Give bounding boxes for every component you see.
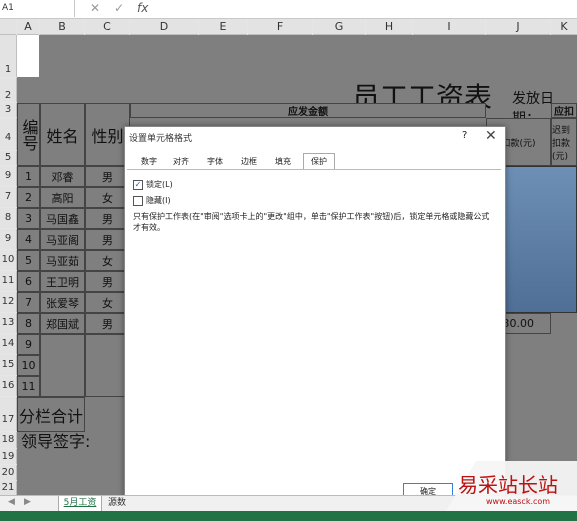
cancel-icon[interactable]: ✕ bbox=[90, 1, 100, 15]
cell-no[interactable]: 2 bbox=[17, 187, 40, 208]
hidden-checkbox[interactable]: 隐藏(I) bbox=[133, 195, 171, 206]
selected-cell-a1[interactable] bbox=[17, 35, 39, 77]
row-header-21[interactable]: 21 bbox=[0, 481, 17, 495]
row-header-15[interactable]: 15 bbox=[0, 355, 17, 375]
row-header-13[interactable]: 13 bbox=[0, 313, 17, 333]
row-header-11[interactable]: 11 bbox=[0, 271, 17, 291]
cell-name[interactable]: 高阳 bbox=[40, 187, 85, 208]
row-header-8[interactable]: 8 bbox=[0, 208, 17, 228]
formula-bar: A1 ✕ ✓ fx bbox=[0, 0, 577, 19]
select-all-corner[interactable] bbox=[0, 19, 16, 35]
col-header-j[interactable]: J bbox=[486, 19, 550, 35]
status-bar bbox=[0, 511, 577, 521]
close-icon[interactable]: ✕ bbox=[485, 128, 497, 144]
cell-no[interactable]: 8 bbox=[17, 313, 40, 334]
col-header-a[interactable]: A bbox=[17, 19, 39, 35]
name-box[interactable]: A1 bbox=[0, 0, 75, 17]
col-header-b[interactable]: B bbox=[40, 19, 84, 35]
col-header-g[interactable]: G bbox=[313, 19, 365, 35]
row-header-2[interactable]: 2 bbox=[0, 78, 17, 102]
checkmark-icon[interactable]: ✓ bbox=[133, 179, 143, 190]
row-header-19[interactable]: 19 bbox=[0, 449, 17, 464]
row-header-7[interactable]: 7 bbox=[0, 187, 17, 207]
row-header-3[interactable]: 3 bbox=[0, 103, 17, 117]
sheet-tab[interactable]: 源数 bbox=[108, 496, 132, 511]
protection-note: 只有保护工作表(在"审阅"选项卡上的"更改"组中，单击"保护工作表"按钮)后，锁… bbox=[133, 212, 490, 232]
row-header-10[interactable]: 10 bbox=[0, 250, 17, 270]
row-header-5[interactable]: 5 bbox=[0, 151, 17, 165]
dialog-title: 设置单元格格式 bbox=[129, 134, 193, 144]
cell-name[interactable]: 郑国斌 bbox=[40, 313, 85, 334]
col-header-e[interactable]: E bbox=[199, 19, 247, 35]
tab-fill[interactable]: 填充 bbox=[269, 153, 297, 170]
cell-name[interactable]: 张爱琴 bbox=[40, 292, 85, 313]
cell-name[interactable]: 马亚阁 bbox=[40, 229, 85, 250]
help-icon[interactable]: ? bbox=[462, 130, 467, 141]
row-header-1[interactable]: 1 bbox=[0, 35, 17, 77]
cell-name[interactable]: 邓睿 bbox=[40, 166, 85, 187]
cell-no[interactable]: 6 bbox=[17, 271, 40, 292]
col-header-k[interactable]: K bbox=[551, 19, 577, 35]
signature-label: 领导签字: bbox=[21, 432, 91, 451]
row-header-6[interactable]: 9 bbox=[0, 166, 17, 186]
watermark-url: www.easck.com bbox=[486, 497, 551, 506]
row-header-18[interactable]: 18 bbox=[0, 432, 17, 448]
row-header-14[interactable]: 14 bbox=[0, 334, 17, 354]
cell-name[interactable]: 马亚茹 bbox=[40, 250, 85, 271]
row-header-4[interactable]: 4 bbox=[0, 118, 17, 150]
cell-no[interactable]: 11 bbox=[17, 376, 40, 397]
row-header-17[interactable]: 17 bbox=[0, 397, 17, 431]
header-name: 姓名 bbox=[40, 103, 85, 166]
fx-icon[interactable]: fx bbox=[137, 1, 148, 15]
sheet-tab-active[interactable]: 5月工资 bbox=[58, 496, 102, 512]
tab-divider bbox=[127, 169, 501, 170]
watermark-text: 易采站长站 bbox=[458, 473, 558, 497]
tab-number[interactable]: 数字 bbox=[135, 153, 163, 170]
col-header-f[interactable]: F bbox=[248, 19, 312, 35]
format-cells-dialog: 设置单元格格式 ? ✕ 数字 对齐 字体 边框 填充 保护 ✓ 锁定(L) 隐藏… bbox=[124, 126, 506, 501]
row-header-12[interactable]: 12 bbox=[0, 292, 17, 312]
header-no: 编号 bbox=[17, 103, 40, 166]
header-late: 迟到扣款(元) bbox=[551, 118, 577, 166]
col-header-i[interactable]: I bbox=[413, 19, 485, 35]
col-header-c[interactable]: C bbox=[85, 19, 129, 35]
header-group2: 应扣 bbox=[551, 103, 577, 118]
cell-name[interactable]: 王卫明 bbox=[40, 271, 85, 292]
locked-checkbox[interactable]: ✓ 锁定(L) bbox=[133, 179, 173, 190]
cell-no[interactable]: 10 bbox=[17, 355, 40, 376]
tab-protection[interactable]: 保护 bbox=[303, 153, 335, 170]
tab-font[interactable]: 字体 bbox=[201, 153, 229, 170]
cell-no[interactable]: 3 bbox=[17, 208, 40, 229]
locked-label: 锁定(L) bbox=[146, 180, 173, 189]
tab-alignment[interactable]: 对齐 bbox=[167, 153, 195, 170]
cell-no[interactable]: 4 bbox=[17, 229, 40, 250]
row-header-9[interactable]: 9 bbox=[0, 229, 17, 249]
cell-no[interactable]: 7 bbox=[17, 292, 40, 313]
subtotal-label: 分栏合计 bbox=[17, 397, 85, 432]
tab-border[interactable]: 边框 bbox=[235, 153, 263, 170]
tab-next-icon[interactable]: ▶ bbox=[24, 497, 31, 507]
watermark: 易采站长站 www.easck.com bbox=[446, 461, 577, 511]
row-header-16[interactable]: 16 bbox=[0, 376, 17, 396]
cell-no[interactable]: 5 bbox=[17, 250, 40, 271]
cell-no[interactable]: 9 bbox=[17, 334, 40, 355]
tab-prev-icon[interactable]: ◀ bbox=[8, 497, 15, 507]
col-header-d[interactable]: D bbox=[130, 19, 198, 35]
checkbox-icon[interactable] bbox=[133, 195, 143, 206]
cell-name[interactable]: 马国鑫 bbox=[40, 208, 85, 229]
cell-no[interactable]: 1 bbox=[17, 166, 40, 187]
col-header-h[interactable]: H bbox=[366, 19, 412, 35]
empty-cells[interactable] bbox=[40, 334, 85, 397]
hidden-label: 隐藏(I) bbox=[146, 196, 171, 205]
row-header-20[interactable]: 20 bbox=[0, 465, 17, 480]
confirm-icon[interactable]: ✓ bbox=[114, 1, 124, 15]
header-group: 应发金额 bbox=[130, 103, 486, 118]
